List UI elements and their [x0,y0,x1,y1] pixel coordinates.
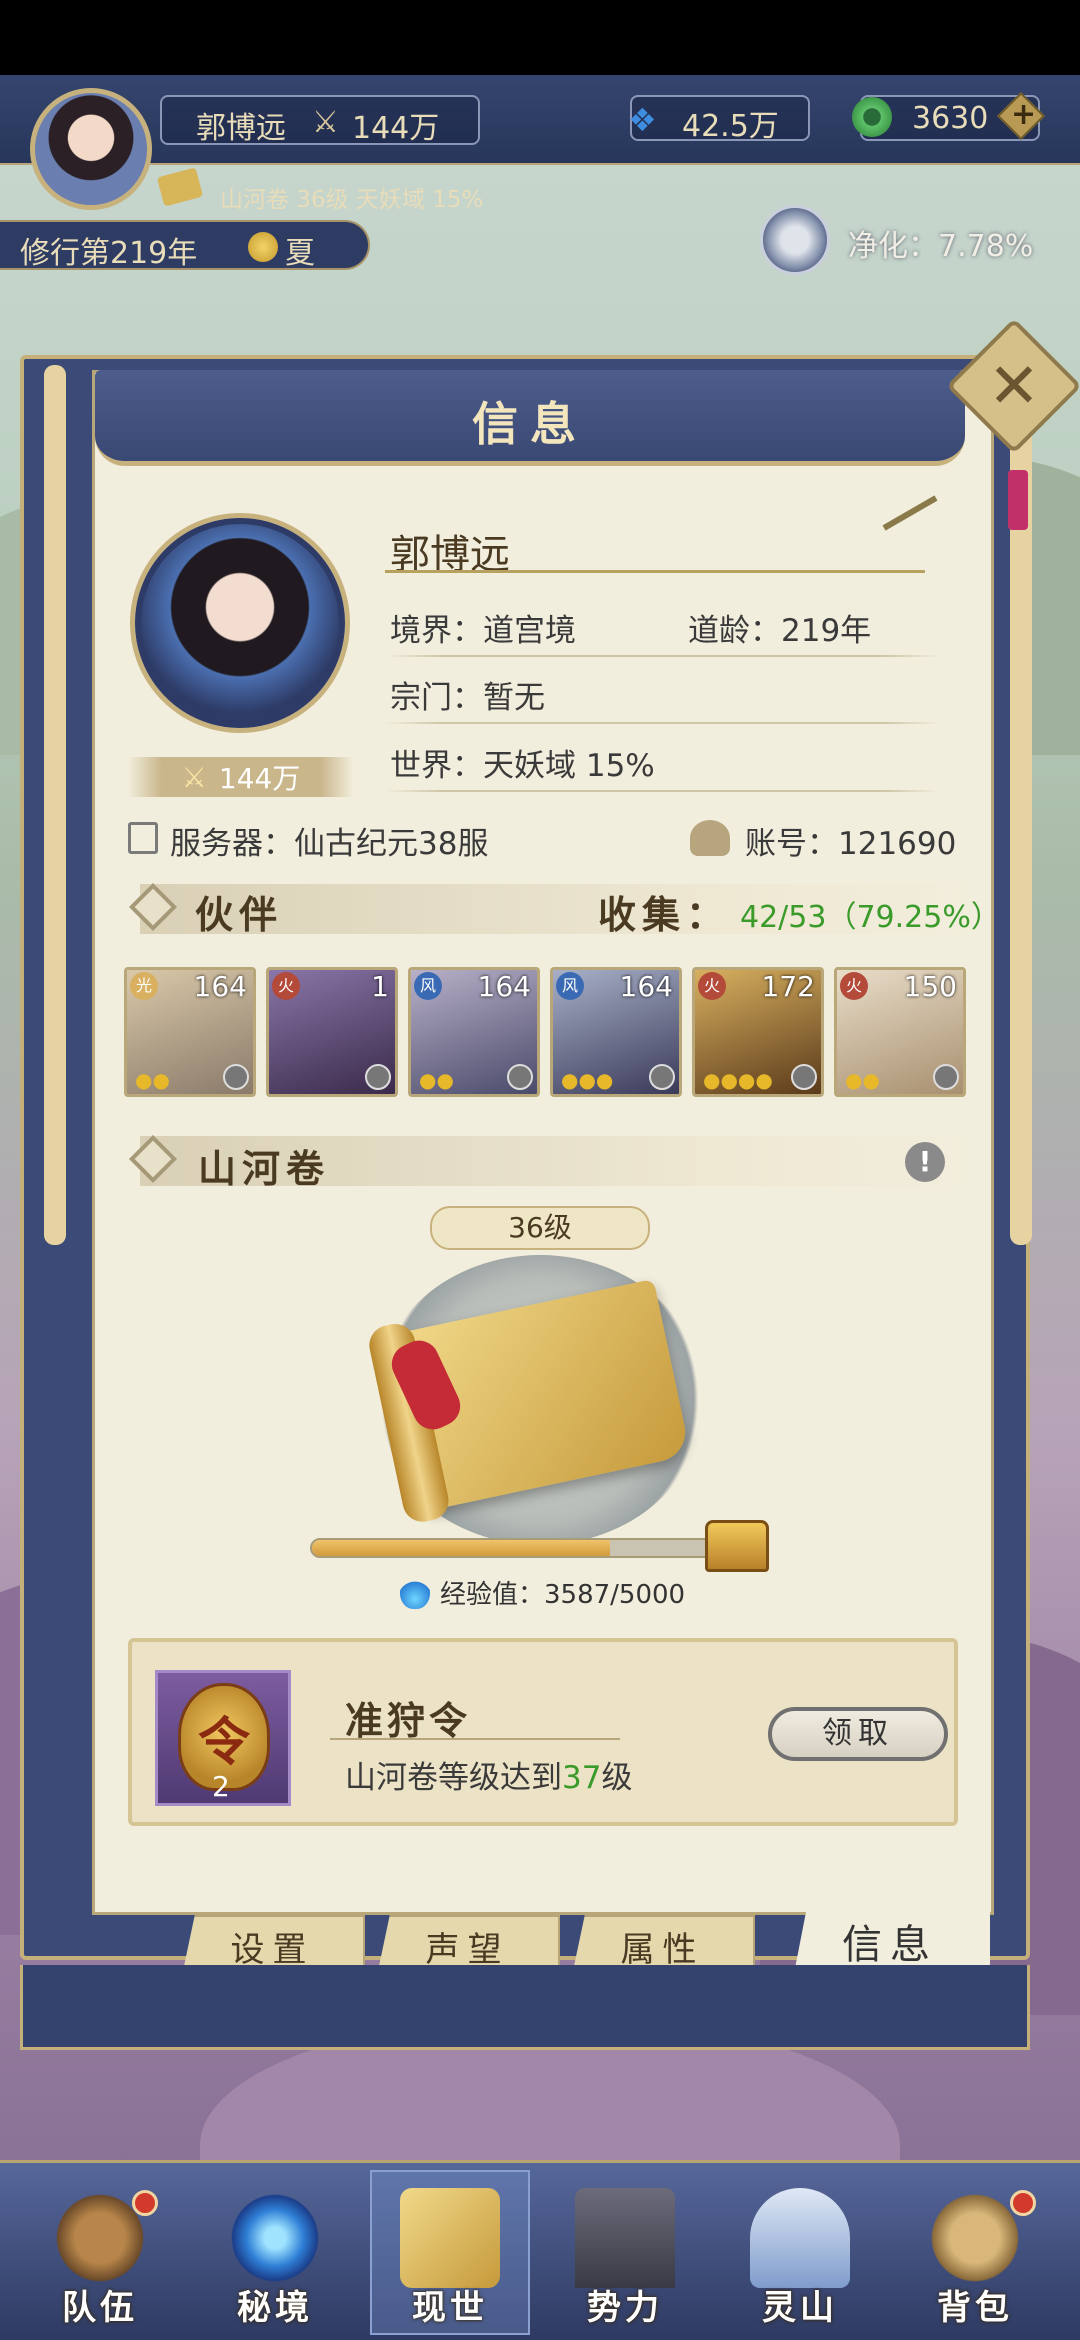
partner-card[interactable]: 火 172 ●●●● [692,967,824,1097]
partner-stars: ●● [845,1068,880,1092]
spirit-flame-icon [400,1575,430,1609]
profile-avatar[interactable] [135,518,345,728]
realm: 境界：道宫境 [390,613,576,649]
partner-stars: ●● [135,1068,170,1092]
notification-dot [132,2190,158,2216]
treasure-chest-icon[interactable] [705,1520,769,1572]
partner-stars: ●● [419,1068,454,1092]
exp-progress-bar [310,1538,730,1558]
partner-card[interactable]: 火1 [266,967,398,1097]
server-icon [128,822,158,854]
sun-icon [248,232,278,262]
sword-icon: ⚔ [312,105,339,140]
task-title: 准狩令 [345,1698,472,1743]
collect-label: 收集： [598,892,731,937]
dialog-title: 信息 [472,397,588,451]
weapon-icon [507,1064,533,1090]
partner-level: 164 [477,970,531,1003]
nav-spirit-mountain[interactable]: 灵山 [720,2170,880,2335]
gem-amount: 42.5万 [682,109,779,144]
exp-value: 经验值：3587/5000 [440,1580,686,1610]
name-underline [385,570,925,573]
weapon-icon [791,1064,817,1090]
profile-power: 144万 [218,762,301,795]
exp-progress-fill [312,1540,611,1556]
partners-title: 伙伴 [195,892,284,937]
partner-card[interactable]: 风 164 ●● [408,967,540,1097]
claim-button[interactable]: 领取 [768,1707,948,1761]
weapon-icon [649,1064,675,1090]
element-light-icon: 光 [130,972,158,1000]
purify-indicator[interactable]: 净化：7.78% [760,205,1060,275]
partner-stars: ●●● [561,1068,614,1092]
jade-icon [852,97,892,137]
add-jade-button[interactable]: + [1011,97,1036,132]
notification-dot [1010,2190,1036,2216]
partner-level: 172 [761,970,815,1003]
purify-value: 净化：7.78% [848,229,1034,264]
account: 账号：121690 [745,826,957,862]
player-avatar[interactable] [30,88,152,210]
pavilion-icon [575,2188,675,2288]
partner-level: 150 [903,970,957,1003]
collect-value: 42/53（79.25%） [740,900,1001,935]
element-wind-icon: 风 [414,972,442,1000]
sword-icon: ⚔ [181,760,207,794]
dao-age: 道龄：219年 [688,613,872,649]
nav-backpack[interactable]: 背包 [895,2170,1055,2335]
partner-level: 164 [193,970,247,1003]
hud-player-name: 郭博远 [196,111,286,146]
weapon-icon [223,1064,249,1090]
dialog-base [20,1965,1030,2050]
purify-icon [760,205,830,275]
partner-card[interactable]: 火 150 ●● [834,967,966,1097]
hud-power: 144万 [352,111,440,146]
world: 世界：天妖域 15% [390,748,655,784]
nav-secret-realm[interactable]: 秘境 [195,2170,355,2335]
element-fire-icon: 火 [698,972,726,1000]
partner-stars: ●●●● [703,1068,773,1092]
power-badge: ⚔ 144万 [128,757,354,797]
cultivation-year: 修行第219年 [20,236,198,271]
nav-team[interactable]: 队伍 [20,2170,180,2335]
nav-faction[interactable]: 势力 [545,2170,705,2335]
scroll-title: 山河卷 [198,1146,331,1191]
sect: 宗门：暂无 [390,680,545,716]
crystal-icon: ❖ [628,101,657,139]
scroll-level: 36级 [430,1206,650,1250]
server: 服务器：仙古纪元38服 [170,826,489,862]
hud-sub-info: 山河卷 36级 天妖域 15% [220,187,484,213]
player-name-pill: 郭博远 ⚔ 144万 [160,95,480,146]
close-tassel [1008,470,1028,530]
mountain-icon [750,2188,850,2288]
nav-present-world[interactable]: 现世 [370,2170,530,2335]
element-wind-icon: 风 [556,972,584,1000]
cultivation-year-bar: 修行第219年 夏 [0,220,370,271]
account-icon [690,820,730,856]
jade-currency[interactable]: 3630 + [852,91,1046,141]
jade-amount: 3630 [912,101,989,136]
element-fire-icon: 火 [840,972,868,1000]
gem-currency[interactable]: ❖ 42.5万 [628,95,810,144]
partner-card[interactable]: 风 164 ●●● [550,967,682,1097]
task-reward-count: 2 [212,1770,230,1803]
partner-level: 1 [371,970,389,1003]
map-scroll-icon [400,2188,500,2288]
partner-level: 164 [619,970,673,1003]
portal-icon [225,2188,325,2288]
weapon-icon [365,1064,391,1090]
season: 夏 [285,236,315,271]
scroll-help-button[interactable]: ! [905,1142,945,1182]
close-icon: ✕ [988,348,1040,422]
left-scroll-rod [44,365,66,1245]
weapon-icon [933,1064,959,1090]
partner-card[interactable]: 光 164 ●● [124,967,256,1097]
task-description: 山河卷等级达到37级 [345,1760,633,1796]
element-fire-icon: 火 [272,972,300,1000]
